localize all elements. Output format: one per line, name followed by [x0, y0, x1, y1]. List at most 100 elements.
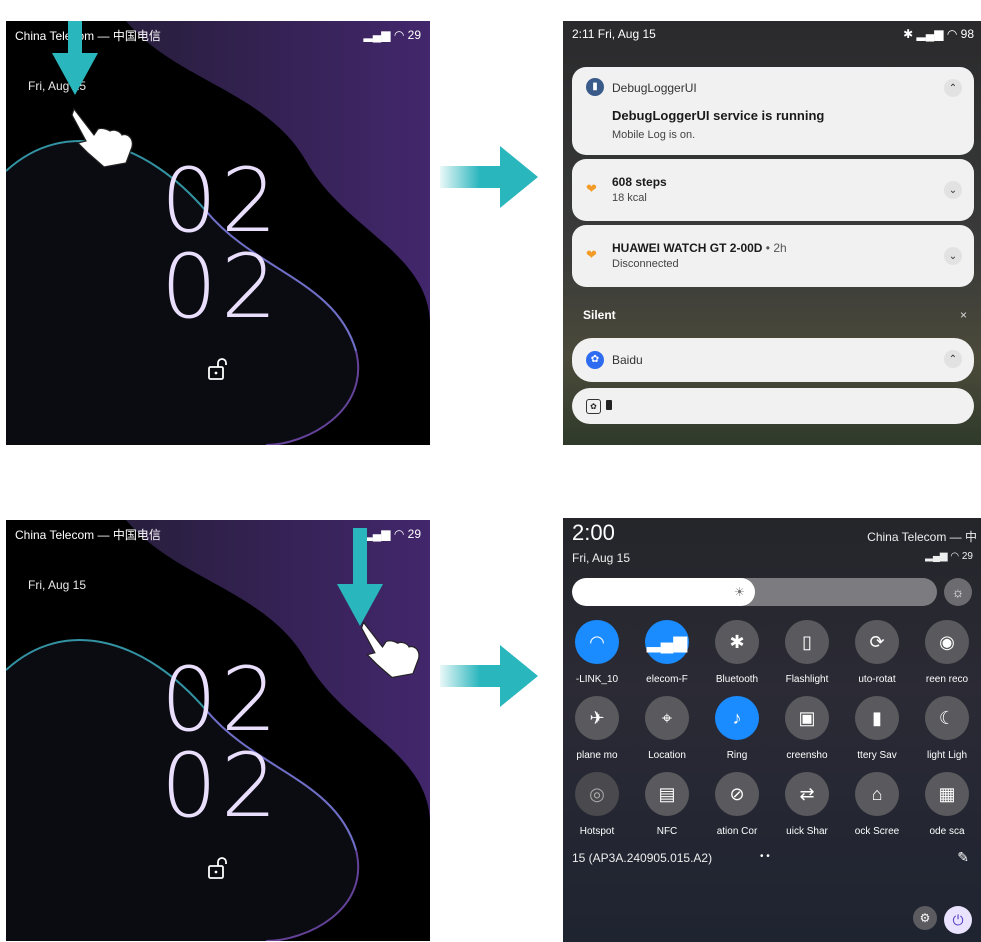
notification-app-name: Baidu — [612, 353, 643, 367]
tile-label: NFC — [656, 826, 678, 837]
tile-nfc[interactable]: ▤ NFC — [632, 772, 702, 837]
power-icon[interactable]: ⏻ — [944, 906, 972, 934]
tile-label: ation Cor — [716, 826, 758, 837]
edit-pencil-icon[interactable]: ✎ — [957, 849, 969, 866]
ring-icon: ♪ — [715, 696, 759, 740]
notification-body: Disconnected — [612, 258, 679, 270]
notification-debuglogger[interactable]: ▮ DebugLoggerUI ⌃ DebugLoggerUI service … — [572, 67, 974, 155]
tile-battery-saver[interactable]: ▮ ttery Sav — [842, 696, 912, 761]
quick-share-icon: ⇄ — [785, 772, 829, 816]
flashlight-icon: ▯ — [785, 620, 829, 664]
tile-label: light Ligh — [926, 750, 968, 761]
status-icons: ▂▄▆ ◠ 29 — [925, 551, 973, 562]
status-icons: ✱ ▂▄▆ ◠ 98 — [903, 27, 974, 41]
tile-label: -LINK_10 — [575, 674, 619, 685]
collapse-chevron-icon[interactable]: ⌃ — [944, 350, 962, 368]
lock-date: Fri, Aug 15 — [28, 578, 87, 592]
expand-chevron-icon[interactable]: ⌄ — [944, 181, 962, 199]
right-arrow-icon — [440, 645, 538, 707]
notification-title-row: HUAWEI WATCH GT 2-00D • 2h — [612, 241, 787, 255]
night-light-icon: ☾ — [925, 696, 969, 740]
tile-screenshot[interactable]: ▣ creensho — [772, 696, 842, 761]
lock-screen-left-bottom: China Telecom — 中国电信 ▂▄▆ ◠ 29 Fri, Aug 1… — [6, 520, 430, 941]
notification-watch[interactable]: ❤ HUAWEI WATCH GT 2-00D • 2h Disconnecte… — [572, 225, 974, 287]
sim-small-icon — [606, 400, 612, 410]
lock-screen-left-top: China Telecom — 中国电信 ▂▄▆ ◠ 29 Fri, Aug 1… — [6, 21, 430, 445]
hotspot-icon: ◎ — [575, 772, 619, 816]
carrier-text: China Telecom — 中国电信 — [15, 527, 161, 542]
debuglogger-app-icon: ▮ — [586, 78, 604, 96]
notification-title: HUAWEI WATCH GT 2-00D — [612, 241, 763, 255]
baidu-small-icon: ✿ — [586, 399, 601, 414]
brightness-slider[interactable]: ☀ — [572, 578, 937, 606]
tile-bluetooth[interactable]: ✱ Bluetooth — [702, 620, 772, 685]
right-arrow-icon — [440, 146, 538, 208]
tile-night-light[interactable]: ☾ light Ligh — [912, 696, 981, 761]
notification-baidu[interactable]: ✿ Baidu ⌃ — [572, 338, 974, 382]
qr-code-scan-icon: ▦ — [925, 772, 969, 816]
airplane-icon: ✈ — [575, 696, 619, 740]
unlock-icon[interactable] — [206, 357, 230, 381]
page-indicator: • • — [760, 851, 770, 862]
tile-lock-screen[interactable]: ⌂ ock Scree — [842, 772, 912, 837]
tile-label: plane mo — [576, 750, 618, 761]
expand-chevron-icon[interactable]: ⌄ — [944, 247, 962, 265]
unlock-icon[interactable] — [206, 856, 230, 880]
auto-brightness-button[interactable]: ☼ — [944, 578, 972, 606]
nfc-icon: ▤ — [645, 772, 689, 816]
tile-quick-share[interactable]: ⇄ uick Shar — [772, 772, 842, 837]
tile-mobile-data[interactable]: ▂▄▆ elecom-F — [632, 620, 702, 685]
clock-minute: 02 — [161, 235, 281, 338]
battery-saver-icon: ▮ — [855, 696, 899, 740]
time-date: 2:11 Fri, Aug 15 — [572, 27, 656, 41]
status-icons: ▂▄▆ ◠ 29 — [363, 28, 421, 42]
tile-wifi[interactable]: ◠ -LINK_10 — [563, 620, 632, 685]
collapse-chevron-icon[interactable]: ⌃ — [944, 79, 962, 97]
tile-label: Location — [648, 750, 686, 761]
silent-section-label: Silent — [583, 308, 616, 322]
notification-overflow[interactable]: ✿ — [572, 388, 974, 424]
tile-label: ode sca — [929, 826, 965, 837]
tile-label: Ring — [726, 750, 748, 761]
notification-body: Mobile Log is on. — [612, 129, 696, 141]
lock-screen-icon: ⌂ — [855, 772, 899, 816]
tile-hotspot[interactable]: ◎ Hotspot — [563, 772, 632, 837]
notification-title: 608 steps — [612, 175, 667, 189]
tile-qr-code-scan[interactable]: ▦ ode sca — [912, 772, 981, 837]
status-bar: 2:11 Fri, Aug 15 ✱ ▂▄▆ ◠ 98 — [572, 27, 974, 41]
carrier-text: China Telecom — 中 — [867, 530, 977, 544]
tile-ring[interactable]: ♪ Ring — [702, 696, 772, 761]
tile-label: creensho — [786, 750, 828, 761]
health-app-icon: ❤ — [586, 247, 597, 262]
tile-label: ock Scree — [854, 826, 900, 837]
tile-label: elecom-F — [646, 674, 688, 685]
tile-label: uick Shar — [786, 826, 828, 837]
tile-screen-record[interactable]: ◉ reen reco — [912, 620, 981, 685]
tile-location-off[interactable]: ⌖ Location — [632, 696, 702, 761]
qs-date: Fri, Aug 15 — [572, 551, 631, 565]
swipe-down-arrow-icon — [52, 21, 98, 95]
hand-pointer-icon — [360, 621, 420, 679]
health-app-icon: ❤ — [586, 181, 597, 196]
notification-title: DebugLoggerUI service is running — [612, 108, 825, 123]
wifi-icon: ◠ — [575, 620, 619, 664]
qs-time: 2:00 — [572, 520, 615, 545]
brightness-sun-icon: ☀ — [734, 585, 745, 599]
tile-label: Bluetooth — [715, 674, 759, 685]
rotation-control-icon: ⊘ — [715, 772, 759, 816]
tile-airplane[interactable]: ✈ plane mo — [563, 696, 632, 761]
quick-settings-panel: 2:00 Fri, Aug 15 China Telecom — 中 ▂▄▆ ◠… — [563, 518, 981, 942]
tile-label: Flashlight — [785, 674, 829, 685]
baidu-app-icon: ✿ — [586, 351, 604, 369]
build-number: 15 (AP3A.240905.015.A2) — [572, 851, 713, 865]
hand-pointer-icon — [71, 107, 133, 168]
brightness-fill — [572, 578, 755, 606]
settings-gear-icon[interactable]: ⚙ — [913, 906, 937, 930]
clear-silent-button[interactable]: × — [960, 308, 967, 322]
tile-rotation-control[interactable]: ⊘ ation Cor — [702, 772, 772, 837]
tile-label: Hotspot — [579, 826, 615, 837]
auto-rotate-icon: ⟳ — [855, 620, 899, 664]
tile-auto-rotate[interactable]: ⟳ uto-rotat — [842, 620, 912, 685]
notification-steps[interactable]: ❤ 608 steps 18 kcal ⌄ — [572, 159, 974, 221]
tile-flashlight[interactable]: ▯ Flashlight — [772, 620, 842, 685]
